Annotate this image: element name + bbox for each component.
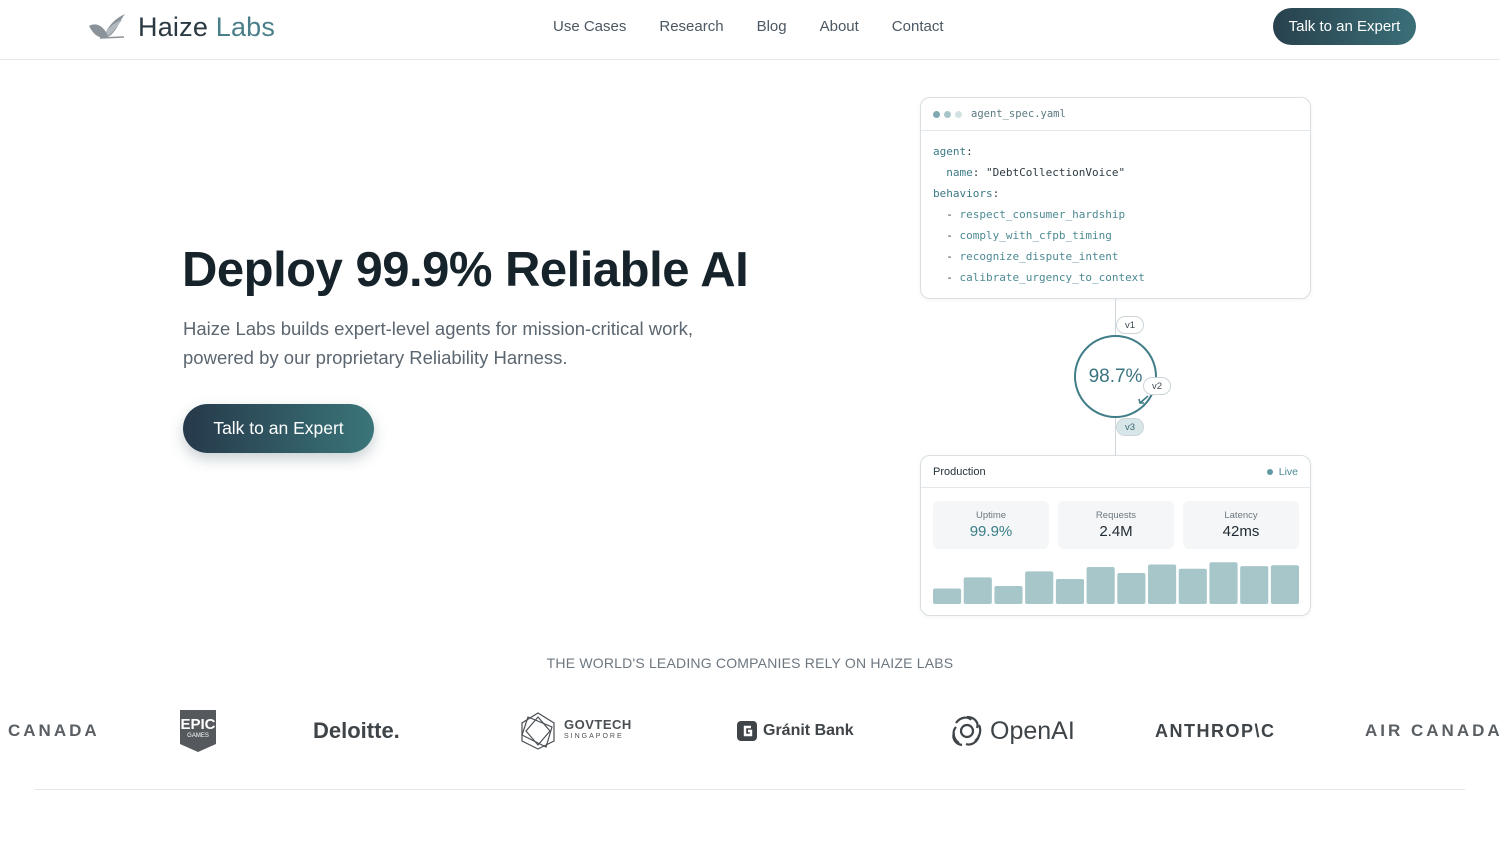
metrics-row: Uptime 99.9% Requests 2.4M Latency 42ms [933,501,1299,549]
window-dot-icon [944,110,951,118]
logo-text: OpenAI [990,716,1075,745]
traffic-bar [1148,564,1177,604]
nav-link-contact[interactable]: Contact [892,18,944,36]
metric-uptime: Uptime 99.9% [933,501,1049,549]
logo-govtech: GOVTECH SINGAPORE [518,708,632,754]
logo-text: EPIC [180,715,216,733]
live-status-label: Live [1278,465,1298,478]
nav-link-blog[interactable]: Blog [757,18,787,36]
nav-links: Use Cases Research Blog About Contact [553,18,944,36]
epic-shield-text: EPIC GAMES [178,708,218,748]
traffic-bar [1055,579,1084,604]
yaml-agent-name-value: "DebtCollectionVoice" [986,166,1126,179]
metric-label: Latency [1224,510,1258,521]
brand-logo-link[interactable]: Haize Labs [86,10,275,44]
window-dot-icon [933,110,940,118]
logo-text: ANTHROP\C [1155,720,1276,741]
granit-g-icon [737,721,757,741]
traffic-bar [994,585,1023,604]
yaml-key-behaviors: behaviors [933,187,993,200]
logo-granit-bank: Gránit Bank [737,708,854,754]
hero-talk-to-expert-button[interactable]: Talk to an Expert [183,404,374,453]
logo-deloitte: Deloitte. [313,708,400,754]
logo-subtext: GAMES [187,732,209,739]
yaml-behavior-item: calibrate_urgency_to_context [959,271,1145,284]
traffic-bar [1086,567,1115,604]
traffic-bar [1209,562,1238,604]
spec-card-header: agent_spec.yaml [921,98,1310,131]
hero-subtitle: Haize Labs builds expert-level agents fo… [183,318,693,368]
logos-tagline: THE WORLD'S LEADING COMPANIES RELY ON HA… [546,655,954,671]
yaml-behavior-item: comply_with_cfpb_timing [959,229,1112,242]
logo-openai: OpenAI [950,708,1075,754]
logo-canada: CANADA [8,708,100,754]
metric-value: 99.9% [969,523,1013,540]
production-title: Production [933,465,986,478]
logo-epic-games: EPIC GAMES [178,708,218,754]
production-card: Production Live Uptime 99.9% Requests 2.… [920,455,1311,616]
logo-text: CANADA [8,721,100,740]
yaml-code-block: agent: name: "DebtCollectionVoice" behavi… [933,145,1145,284]
traffic-bar [1270,565,1299,604]
top-navbar: Haize Labs Use Cases Research Blog About… [0,0,1500,60]
live-dot-icon [1266,468,1273,475]
nav-talk-to-expert-button[interactable]: Talk to an Expert [1273,8,1416,45]
logo-text: Gránit Bank [763,722,854,739]
reliability-score: 98.7% [1088,365,1143,387]
metric-requests: Requests 2.4M [1058,501,1174,549]
hero-title: Deploy 99.9% Reliable AI [182,243,749,297]
live-status: Live [1266,465,1298,478]
loop-arrow-icon [1138,395,1149,404]
logo-air-canada: AIR CANADA [1359,708,1500,754]
logo-text: GOVTECH [564,717,632,732]
nav-link-use-cases[interactable]: Use Cases [553,18,626,36]
traffic-bar [963,577,992,604]
logo-text: AIR CANADA [1365,721,1500,740]
section-divider [35,789,1465,790]
nav-link-research[interactable]: Research [659,18,723,36]
yaml-key-name: name [946,166,973,179]
traffic-bar [1025,571,1054,604]
spec-filename: agent_spec.yaml [971,108,1066,120]
brand-name: Haize Labs [138,11,276,42]
traffic-bar [1240,566,1269,604]
nav-link-about[interactable]: About [820,18,859,36]
yaml-behavior-item: recognize_dispute_intent [959,250,1119,263]
yaml-behavior-item: respect_consumer_hardship [959,208,1126,221]
window-dot-icon [955,110,962,118]
bird-logo-icon [89,14,125,39]
metric-label: Requests [1095,510,1137,521]
version-pill-v3: v3 [1116,418,1144,436]
traffic-bar-chart [933,562,1299,604]
traffic-bar [933,588,962,604]
production-header: Production Live [921,456,1310,488]
metric-latency: Latency 42ms [1183,501,1299,549]
logo-subtext: SINGAPORE [564,733,624,740]
logo-text: Deloitte. [313,718,400,743]
govtech-icon [521,712,555,750]
metric-value: 2.4M [1099,523,1133,540]
version-pill-v1: v1 [1116,316,1144,334]
traffic-bar [1117,573,1146,604]
logo-anthropic: ANTHROP\C [1155,708,1276,754]
govtech-text: GOVTECH SINGAPORE [564,717,632,743]
metric-label: Uptime [975,510,1007,521]
openai-knot-icon [952,715,982,747]
traffic-bar [1178,568,1207,604]
metric-value: 42ms [1222,523,1260,540]
agent-spec-card: agent_spec.yaml agent: name: "DebtCollec… [920,97,1311,299]
yaml-key-agent: agent [933,145,967,158]
